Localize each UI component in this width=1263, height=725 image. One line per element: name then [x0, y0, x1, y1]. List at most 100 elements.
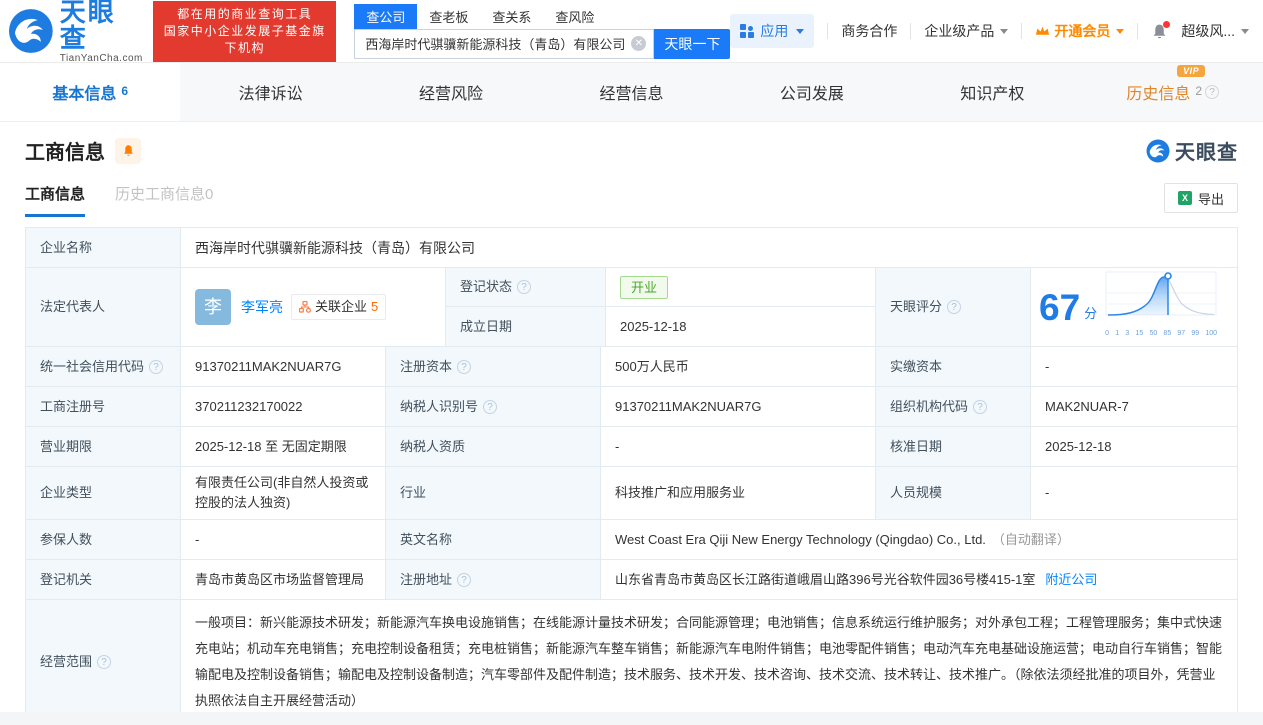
nearby-companies-link[interactable]: 附近公司 — [1045, 570, 1097, 590]
tab-development-label: 公司发展 — [779, 86, 844, 103]
table-row: 企业名称 西海岸时代骐骥新能源科技（青岛）有限公司 — [26, 228, 1237, 268]
subtab-business-info[interactable]: 工商信息 — [25, 183, 86, 217]
search-tab-risk[interactable]: 查风险 — [543, 4, 606, 29]
scope-label-text: 经营范围 — [40, 654, 93, 669]
tab-business-risk[interactable]: 经营风险 — [361, 63, 541, 121]
auto-translate-note: （自动翻译） — [991, 531, 1070, 547]
help-icon[interactable] — [457, 359, 472, 374]
establish-date-label: 成立日期 — [446, 307, 606, 346]
taxpayer-id-label-text: 纳税人识别号 — [400, 398, 479, 414]
address-cell: 山东省青岛市黄岛区长江路街道峨眉山路396号光谷软件园36号楼415-1室 附近… — [601, 560, 1237, 599]
status-badge: 开业 — [620, 275, 669, 299]
apps-menu[interactable]: 应用 — [730, 14, 815, 48]
tab-basic-count: 6 — [121, 84, 129, 98]
tab-basic-label: 基本信息 — [52, 86, 117, 103]
chevron-down-icon — [1000, 28, 1009, 34]
company-name-label: 企业名称 — [26, 228, 181, 267]
avatar: 李 — [195, 289, 231, 325]
scope-label: 经营范围 — [26, 600, 181, 724]
staff-size-value: - — [1045, 485, 1050, 500]
subtab-history-business-info[interactable]: 历史工商信息0 — [115, 183, 213, 217]
help-icon[interactable] — [517, 280, 532, 294]
scope-value: 一般项目：新兴能源技术研发；新能源汽车换电设施销售；在线能源计量技术研发；合同能… — [195, 615, 1223, 708]
chevron-down-icon — [1241, 28, 1249, 34]
tab-legal[interactable]: 法律诉讼 — [180, 63, 360, 121]
related-companies-badge[interactable]: 关联企业 5 — [291, 294, 387, 320]
enterprise-label: 企业级产品 — [924, 23, 995, 39]
search-button[interactable]: 天眼一下 — [654, 28, 731, 59]
watermark-label: 天眼查 — [1175, 142, 1238, 164]
term-label: 营业期限 — [26, 427, 181, 466]
search-area: 查公司 查老板 查关系 查风险 天眼一下 — [354, 3, 731, 59]
score-cell: 67 分 0 1 3 15 50 85 97 99 100 — [1031, 268, 1237, 346]
export-button[interactable]: 导出 — [1164, 183, 1238, 213]
table-row: 营业期限 2025-12-18 至 无固定期限 纳税人资质 - 核准日期 202… — [26, 427, 1237, 467]
score-value: 67 — [1039, 286, 1081, 328]
nav-super-risk[interactable]: 超级风... — [1181, 21, 1249, 41]
export-label: 导出 — [1197, 191, 1224, 207]
related-companies-label: 关联企业 — [315, 299, 368, 314]
top-header: 天眼查 TianYanCha.com 都在用的商业查询工具 国家中小企业发展子基… — [0, 0, 1263, 64]
nav-enterprise-products[interactable]: 企业级产品 — [924, 21, 1009, 41]
search-tab-company[interactable]: 查公司 — [354, 3, 418, 29]
search-input[interactable] — [355, 36, 654, 51]
page-bottom-strip — [0, 712, 1263, 725]
divider — [827, 23, 829, 39]
help-icon[interactable] — [149, 359, 164, 374]
help-icon[interactable] — [1205, 85, 1220, 99]
staff-size-label: 人员规模 — [876, 467, 1031, 519]
tab-ip-label: 知识产权 — [960, 86, 1025, 103]
company-type-value: 有限责任公司(非自然人投资或控股的法人独资) — [181, 467, 386, 519]
chevron-down-icon — [1116, 28, 1125, 34]
search-tab-boss[interactable]: 查老板 — [417, 4, 480, 29]
table-row: 企业类型 有限责任公司(非自然人投资或控股的法人独资) 行业 科技推广和应用服务… — [26, 467, 1237, 520]
help-icon[interactable] — [947, 300, 962, 314]
vip-label: 开通会员 — [1054, 23, 1111, 39]
help-icon[interactable] — [97, 655, 112, 669]
monitor-bell-button[interactable] — [115, 137, 141, 164]
related-companies-count: 5 — [371, 299, 379, 314]
tab-development[interactable]: 公司发展 — [722, 63, 902, 121]
search-box — [354, 28, 655, 59]
taxpayer-id-value: 91370211MAK2NUAR7G — [601, 387, 876, 426]
reg-number-label: 工商注册号 — [26, 387, 181, 426]
reg-status-cell: 开业 — [606, 268, 876, 307]
table-row: 经营范围 一般项目：新兴能源技术研发；新能源汽车换电设施销售；在线能源计量技术研… — [26, 600, 1237, 725]
taxpayer-quality-value: - — [601, 427, 876, 466]
score-axis-ticks: 0 1 3 15 50 85 97 99 100 — [1105, 329, 1218, 337]
tab-ip[interactable]: 知识产权 — [902, 63, 1082, 121]
logo-domain: TianYanCha.com — [59, 52, 143, 64]
address-label: 注册地址 — [386, 560, 601, 599]
tab-history-info[interactable]: VIP 历史信息 2 — [1083, 63, 1263, 121]
uscc-label-text: 统一社会信用代码 — [40, 358, 145, 374]
divider — [910, 23, 912, 39]
english-name-label: 英文名称 — [386, 520, 601, 559]
nav-vip-upgrade[interactable]: 开通会员 — [1035, 21, 1125, 41]
tianyancha-logo[interactable]: 天眼查 TianYanCha.com — [8, 0, 143, 64]
divider — [1137, 23, 1139, 39]
reg-status-label-text: 登记状态 — [460, 279, 513, 294]
reg-capital-value: 500万人民币 — [601, 347, 876, 386]
tab-basic-info[interactable]: 基本信息 6 — [0, 63, 181, 121]
search-tab-relation[interactable]: 查关系 — [480, 4, 543, 29]
apps-grid-icon — [740, 24, 755, 38]
help-icon[interactable] — [973, 399, 988, 414]
tab-history-count: 2 — [1195, 84, 1203, 98]
legal-rep-label: 法定代表人 — [26, 268, 181, 346]
nav-cooperation[interactable]: 商务合作 — [841, 21, 897, 41]
help-icon[interactable] — [483, 399, 498, 414]
super-risk-label: 超级风... — [1181, 23, 1235, 39]
tab-history-label: 历史信息 — [1126, 86, 1191, 103]
notifications-bell[interactable] — [1151, 20, 1171, 40]
score-unit: 分 — [1084, 306, 1098, 321]
score-label-text: 天眼评分 — [890, 299, 943, 314]
taxpayer-id-label: 纳税人识别号 — [386, 387, 601, 426]
tab-business-info[interactable]: 经营信息 — [541, 63, 721, 121]
paid-capital-label: 实缴资本 — [876, 347, 1031, 386]
table-row: 法定代表人 李 李军亮 关联企业 5 登记状态 ? 开业 成立日期 2025-1… — [26, 268, 1237, 347]
english-name-value: West Coast Era Qiji New Energy Technolog… — [615, 531, 986, 547]
uscc-label: 统一社会信用代码 — [26, 347, 181, 386]
legal-rep-link[interactable]: 李军亮 — [241, 297, 283, 317]
help-icon[interactable] — [457, 572, 472, 587]
term-value: 2025-12-18 至 无固定期限 — [181, 427, 386, 466]
